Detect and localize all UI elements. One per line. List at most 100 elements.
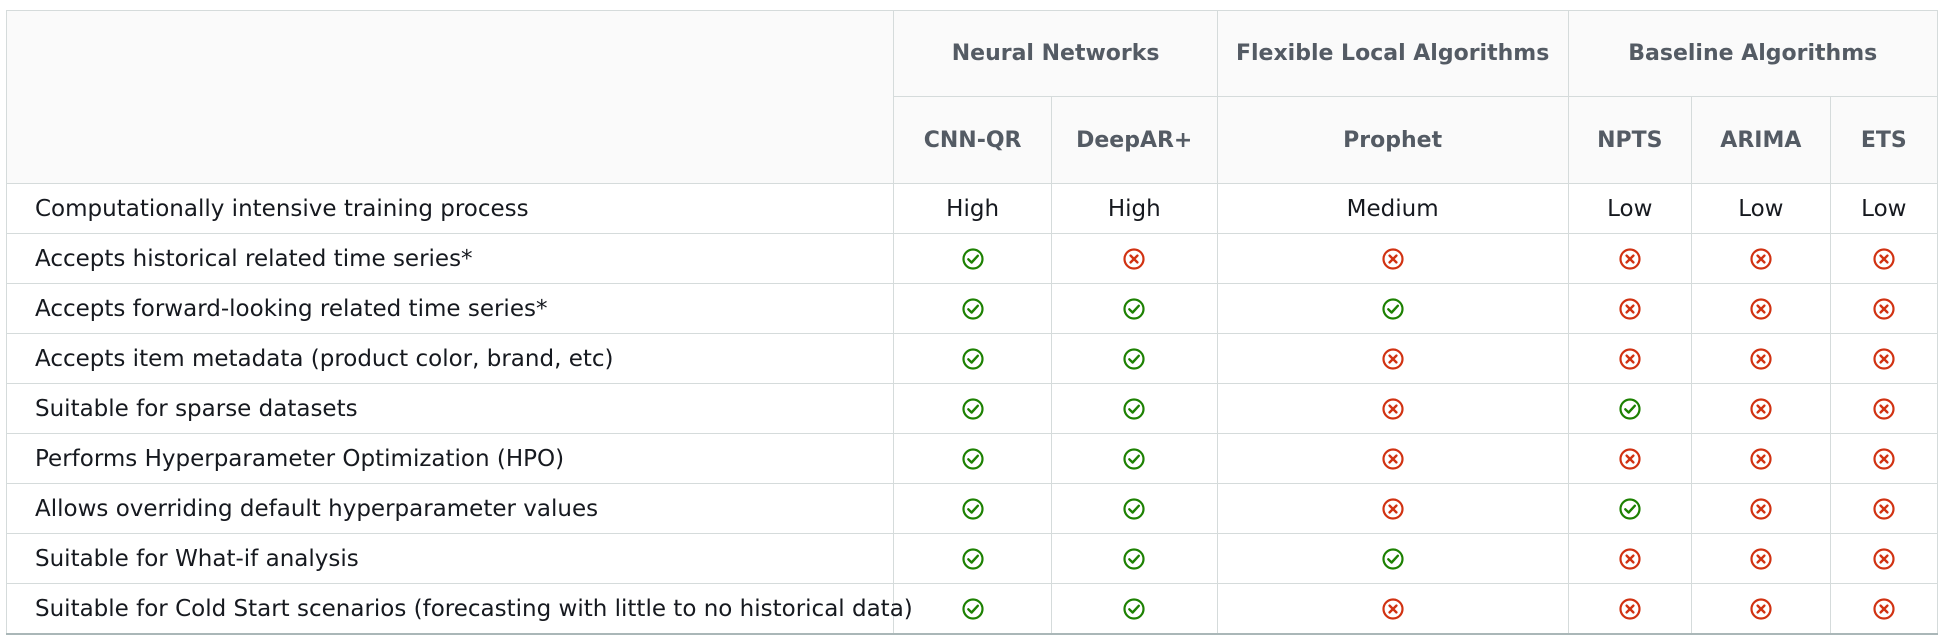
x-circle-icon [1749,597,1773,621]
algorithm-header-prophet: Prophet [1216,96,1569,184]
intensity-cell-arima: Low [1691,183,1831,234]
feature-label: Accepts forward-looking related time ser… [5,283,895,334]
table-row: Accepts forward-looking related time ser… [5,283,1939,334]
x-circle-icon [1381,447,1405,471]
header-row-groups: Neural Networks Flexible Local Algorithm… [5,10,1938,184]
table-row: Accepts historical related time series* [5,233,1939,284]
check-circle-icon [961,447,985,471]
check-circle-icon [1122,497,1146,521]
support-cell-prophet [1216,533,1569,584]
x-circle-icon [1749,347,1773,371]
feature-label: Suitable for What-if analysis [5,533,895,584]
x-circle-icon [1618,447,1642,471]
x-circle-icon [1749,247,1773,271]
support-cell-deepar-plus [1050,333,1218,384]
support-cell-prophet [1216,483,1569,534]
support-cell-prophet [1216,433,1569,484]
x-circle-icon [1872,297,1896,321]
table-row: Suitable for What-if analysis [5,533,1939,584]
support-cell-cnn-qr [893,283,1052,334]
support-cell-npts [1567,583,1693,635]
algorithm-header-cnn-qr: CNN-QR [893,96,1052,184]
x-circle-icon [1872,397,1896,421]
check-circle-icon [961,497,985,521]
support-cell-npts [1567,233,1693,284]
table-row: Performs Hyperparameter Optimization (HP… [5,433,1939,484]
support-cell-ets [1829,383,1939,434]
support-cell-prophet [1216,333,1569,384]
algorithm-header-arima: ARIMA [1691,96,1831,184]
comparison-table-container: Neural Networks Flexible Local Algorithm… [5,10,1939,638]
check-circle-icon [1618,397,1642,421]
group-header-flexible-local: Flexible Local Algorithms [1216,10,1569,97]
support-cell-ets [1829,583,1939,635]
x-circle-icon [1749,447,1773,471]
support-cell-arima [1691,383,1831,434]
feature-label: Suitable for sparse datasets [5,383,895,434]
support-cell-deepar-plus [1050,433,1218,484]
x-circle-icon [1122,247,1146,271]
table-header: Neural Networks Flexible Local Algorithm… [5,10,1939,184]
support-cell-ets [1829,433,1939,484]
algorithm-comparison-table: Neural Networks Flexible Local Algorithm… [5,10,1939,635]
algorithm-header-deepar-plus: DeepAR+ [1050,96,1218,184]
feature-label: Computationally intensive training proce… [5,183,895,234]
x-circle-icon [1618,597,1642,621]
support-cell-prophet [1216,383,1569,434]
support-cell-deepar-plus [1050,483,1218,534]
x-circle-icon [1872,447,1896,471]
check-circle-icon [961,547,985,571]
support-cell-ets [1829,333,1939,384]
support-cell-npts [1567,433,1693,484]
table-row: Suitable for sparse datasets [5,383,1939,434]
header-blank-cell [5,10,895,184]
support-cell-npts [1567,283,1693,334]
support-cell-npts [1567,533,1693,584]
check-circle-icon [961,297,985,321]
support-cell-npts [1567,483,1693,534]
support-cell-cnn-qr [893,433,1052,484]
support-cell-npts [1567,383,1693,434]
support-cell-prophet [1216,283,1569,334]
intensity-cell-ets: Low [1829,183,1939,234]
support-cell-arima [1691,333,1831,384]
algorithm-header-ets: ETS [1829,96,1939,184]
support-cell-ets [1829,533,1939,584]
check-circle-icon [1618,497,1642,521]
intensity-cell-npts: Low [1567,183,1693,234]
support-cell-cnn-qr [893,333,1052,384]
support-cell-deepar-plus [1050,583,1218,635]
algorithm-header-npts: NPTS [1567,96,1693,184]
feature-label: Performs Hyperparameter Optimization (HP… [5,433,895,484]
check-circle-icon [961,397,985,421]
support-cell-arima [1691,433,1831,484]
check-circle-icon [1122,397,1146,421]
x-circle-icon [1872,547,1896,571]
table-row: Allows overriding default hyperparameter… [5,483,1939,534]
support-cell-deepar-plus [1050,233,1218,284]
table-row: Computationally intensive training proce… [5,183,1939,234]
x-circle-icon [1749,497,1773,521]
feature-label: Suitable for Cold Start scenarios (forec… [5,583,913,635]
x-circle-icon [1381,497,1405,521]
x-circle-icon [1872,597,1896,621]
support-cell-arima [1691,583,1831,635]
support-cell-cnn-qr [893,233,1052,284]
check-circle-icon [1122,347,1146,371]
check-circle-icon [1381,297,1405,321]
check-circle-icon [1381,547,1405,571]
intensity-cell-cnn-qr: High [893,183,1052,234]
check-circle-icon [961,347,985,371]
x-circle-icon [1381,597,1405,621]
check-circle-icon [1122,297,1146,321]
x-circle-icon [1618,347,1642,371]
support-cell-prophet [1216,233,1569,284]
support-cell-arima [1691,533,1831,584]
check-circle-icon [1122,597,1146,621]
support-cell-ets [1829,483,1939,534]
check-circle-icon [1122,547,1146,571]
x-circle-icon [1749,397,1773,421]
check-circle-icon [961,247,985,271]
table-body: Computationally intensive training proce… [5,183,1939,635]
x-circle-icon [1381,247,1405,271]
